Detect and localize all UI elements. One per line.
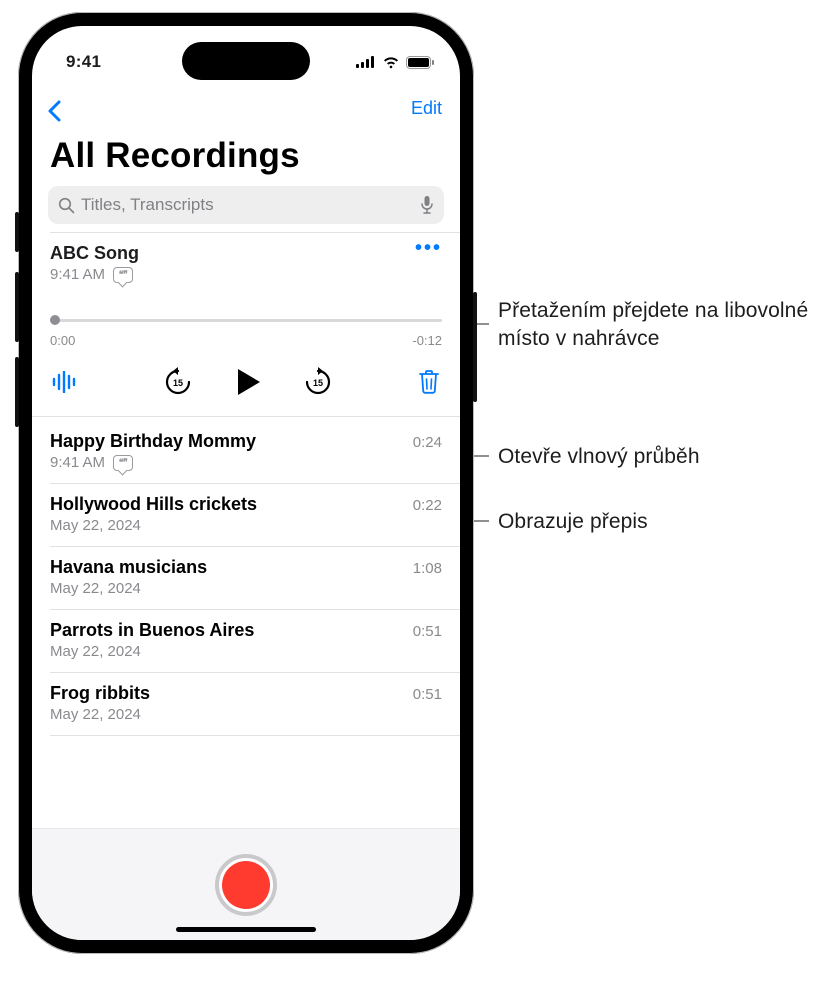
trash-icon [418, 369, 440, 395]
item-title: Havana musicians [50, 557, 207, 578]
item-title: Parrots in Buenos Aires [50, 620, 254, 641]
svg-text:15: 15 [173, 378, 183, 388]
transcript-icon[interactable]: ❝❞ [113, 267, 133, 283]
list-item[interactable]: Havana musicians 1:08 May 22, 2024 [32, 547, 460, 609]
home-indicator[interactable] [176, 927, 316, 932]
screen: 9:41 Edit All Recordings Titles, Transcr… [32, 26, 460, 940]
item-meta: May 22, 2024 [50, 643, 141, 660]
expanded-meta: 9:41 AM [50, 266, 105, 283]
side-button-power [473, 292, 477, 402]
status-time: 9:41 [66, 52, 101, 72]
forward-15-icon: 15 [302, 366, 334, 398]
svg-text:15: 15 [313, 378, 323, 388]
rewind-15-button[interactable]: 15 [162, 366, 194, 398]
iphone-frame: 9:41 Edit All Recordings Titles, Transcr… [18, 12, 474, 954]
list-item[interactable]: Frog ribbits 0:51 May 22, 2024 [32, 673, 460, 735]
item-title: Happy Birthday Mommy [50, 431, 256, 452]
search-placeholder: Titles, Transcripts [81, 195, 414, 215]
page-title: All Recordings [32, 88, 460, 184]
more-button[interactable]: ••• [415, 243, 442, 253]
item-meta: 9:41 AM [50, 454, 105, 471]
side-button-silent [15, 212, 19, 252]
rewind-15-icon: 15 [162, 366, 194, 398]
waveform-icon [52, 371, 78, 393]
record-dot-icon [222, 861, 270, 909]
separator [50, 735, 460, 736]
delete-button[interactable] [418, 369, 440, 395]
list-item[interactable]: Parrots in Buenos Aires 0:51 May 22, 202… [32, 610, 460, 672]
playback-controls: 15 15 [50, 348, 442, 408]
forward-15-button[interactable]: 15 [302, 366, 334, 398]
item-title: Frog ribbits [50, 683, 150, 704]
item-meta: May 22, 2024 [50, 706, 141, 723]
item-meta: May 22, 2024 [50, 580, 141, 597]
dictation-icon[interactable] [420, 195, 434, 215]
item-duration: 0:51 [413, 686, 442, 703]
item-meta: May 22, 2024 [50, 517, 141, 534]
edit-button[interactable]: Edit [411, 98, 442, 119]
callout-waveform: Otevře vlnový průběh [498, 443, 700, 471]
list-item[interactable]: Happy Birthday Mommy 0:24 9:41 AM ❝❞ [32, 421, 460, 483]
transcript-icon[interactable]: ❝❞ [113, 455, 133, 471]
scrubber-knob[interactable] [50, 315, 60, 325]
dynamic-island [182, 42, 310, 80]
app-content: Edit All Recordings Titles, Transcripts … [32, 88, 460, 940]
item-duration: 0:22 [413, 497, 442, 514]
side-button-vol-up [15, 272, 19, 342]
record-bar [32, 828, 460, 940]
cellular-icon [356, 56, 376, 68]
callout-transcript: Obrazuje přepis [498, 508, 648, 536]
side-button-vol-down [15, 357, 19, 427]
callout-drag: Přetažením přejdete na libovolné místo v… [498, 297, 818, 352]
play-button[interactable] [234, 367, 262, 397]
back-button[interactable] [38, 96, 70, 126]
waveform-button[interactable] [52, 371, 78, 393]
chevron-left-icon [47, 100, 61, 122]
item-duration: 0:24 [413, 434, 442, 451]
item-duration: 0:51 [413, 623, 442, 640]
recordings-list[interactable]: Happy Birthday Mommy 0:24 9:41 AM ❝❞ Hol… [32, 417, 460, 736]
scrubber-track [50, 319, 442, 322]
search-icon [58, 197, 75, 214]
wifi-icon [382, 56, 400, 69]
play-icon [234, 367, 262, 397]
list-item[interactable]: Hollywood Hills crickets 0:22 May 22, 20… [32, 484, 460, 546]
item-duration: 1:08 [413, 560, 442, 577]
battery-icon [406, 56, 434, 69]
status-icons [356, 56, 434, 69]
expanded-recording[interactable]: ABC Song ••• 9:41 AM ❝❞ 0:00 -0:12 [32, 233, 460, 417]
expanded-title: ABC Song [50, 243, 139, 264]
item-title: Hollywood Hills crickets [50, 494, 257, 515]
record-button[interactable] [215, 854, 277, 916]
playback-scrubber[interactable] [50, 311, 442, 337]
search-field[interactable]: Titles, Transcripts [48, 186, 444, 224]
